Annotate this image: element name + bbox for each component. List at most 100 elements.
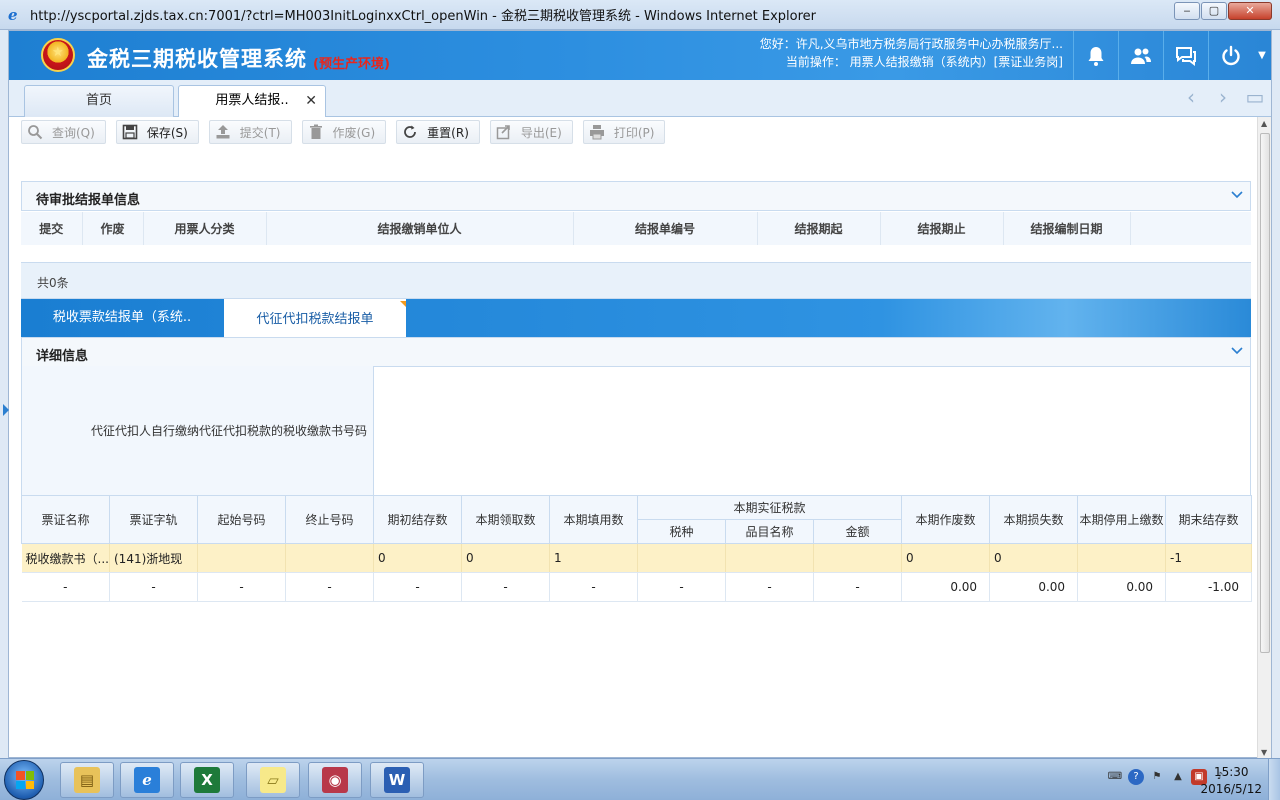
column-header[interactable]: 起始号码 (197, 495, 286, 544)
users-icon[interactable] (1118, 31, 1163, 80)
column-header[interactable]: 提交 (21, 212, 83, 245)
column-header[interactable]: 结报缴销单位人 (266, 212, 574, 245)
word-icon[interactable]: W (370, 762, 424, 798)
main-content: 查询(Q) 保存(S) 提交(T) 作废(G) 重置(R) 导出(E) 打印(P… (9, 117, 1271, 757)
column-header[interactable]: 用票人分类 (143, 212, 267, 245)
export-button[interactable]: 导出(E) (489, 120, 573, 144)
scroll-thumb[interactable] (1260, 133, 1270, 653)
column-header[interactable]: 结报编制日期 (1003, 212, 1131, 245)
column-header[interactable]: 本期损失数 (989, 495, 1079, 544)
table-cell[interactable]: 税收缴款书（... (21, 543, 110, 573)
table-cell[interactable]: 1 (549, 543, 638, 573)
scroll-down-icon[interactable]: ▼ (1261, 748, 1267, 757)
browser-title: http://yscportal.zjds.tax.cn:7001/?ctrl=… (30, 9, 816, 24)
table-cell[interactable]: 0 (901, 543, 991, 573)
header-icons: ▼ (1073, 31, 1271, 80)
table-cell[interactable]: -1 (1165, 543, 1253, 573)
ie-icon[interactable]: e (120, 762, 174, 798)
query-button[interactable]: 查询(Q) (21, 120, 106, 144)
table-cell[interactable] (1077, 543, 1167, 573)
table-cell[interactable]: 0 (373, 543, 462, 573)
table-cell[interactable]: (141)浙地现 (109, 543, 198, 573)
chevron-down-icon[interactable] (1230, 188, 1244, 202)
tab-withholding-settlement[interactable]: 代征代扣税款结报单 (224, 299, 406, 337)
show-desktop-button[interactable] (1268, 759, 1280, 800)
collapse-sidebar-icon[interactable] (3, 404, 9, 416)
submit-button[interactable]: 提交(T) (208, 120, 292, 144)
tab-home[interactable]: 首页 (24, 85, 174, 117)
sticky-notes-icon[interactable]: ▱ (246, 762, 300, 798)
detail-panel-header: 详细信息 (21, 337, 1251, 367)
database-icon[interactable]: ◉ (308, 762, 362, 798)
vertical-scrollbar[interactable]: ▲ ▼ (1257, 117, 1271, 759)
table-row[interactable]: 税收缴款书（... (141)浙地现 0 0 1 0 0 -1 (21, 543, 1253, 573)
close-window-button[interactable]: ✕ (1228, 2, 1272, 20)
pending-table: 提交 作废 用票人分类 结报缴销单位人 结报单编号 结报期起 结报期止 结报编制… (21, 212, 1251, 245)
table-cell[interactable]: 0 (461, 543, 550, 573)
summary-cell: - (285, 572, 374, 602)
chevron-up-icon[interactable]: ▲ (1170, 769, 1186, 785)
user-info: 您好：许凡,义乌市地方税务局行政服务中心办税服务厅... 当前操作： 用票人结报… (760, 35, 1063, 71)
bell-icon[interactable] (1073, 31, 1118, 80)
flag-icon[interactable]: ⚑ (1149, 769, 1165, 785)
detail-form: 代征代扣人自行缴纳代征代扣税款的税收缴款书号码 (21, 366, 1251, 496)
tab-window-icon[interactable]: ▭ (1239, 84, 1271, 112)
save-button[interactable]: 保存(S) (115, 120, 199, 144)
column-header[interactable]: 期末结存数 (1165, 495, 1253, 544)
column-header[interactable]: 本期作废数 (901, 495, 991, 544)
keyboard-icon[interactable]: ⌨ (1107, 769, 1123, 785)
print-label: 打印(P) (613, 125, 655, 140)
maximize-button[interactable]: ▢ (1201, 2, 1227, 20)
record-count: 共0条 (37, 276, 69, 290)
column-header[interactable]: 结报期止 (880, 212, 1004, 245)
column-header[interactable]: 期初结存数 (373, 495, 462, 544)
table-cell[interactable] (813, 543, 903, 573)
submit-icon (214, 123, 232, 141)
column-header[interactable]: 本期领取数 (461, 495, 550, 544)
reset-button[interactable]: 重置(R) (396, 120, 480, 144)
column-header[interactable]: 本期停用上缴数 (1077, 495, 1167, 544)
column-header[interactable]: 终止号码 (285, 495, 374, 544)
detail-panel-title: 详细信息 (36, 349, 89, 364)
column-header[interactable]: 结报单编号 (573, 212, 758, 245)
column-header[interactable]: 本期填用数 (549, 495, 638, 544)
system-clock[interactable]: 15:30 2016/5/12 (1200, 764, 1262, 798)
column-header[interactable]: 结报期起 (757, 212, 881, 245)
tab-user-settlement[interactable]: 用票人结报.. ✕ (178, 85, 326, 118)
ie-logo-icon: e (8, 5, 18, 24)
folder-icon[interactable]: ▤ (60, 762, 114, 798)
chat-icon[interactable] (1163, 31, 1208, 80)
table-cell[interactable] (197, 543, 286, 573)
table-cell[interactable]: 0 (989, 543, 1079, 573)
summary-cell: -1.00 (1165, 572, 1253, 602)
table-cell[interactable] (725, 543, 814, 573)
tab-prev-icon[interactable]: ‹ (1175, 84, 1207, 112)
chevron-down-icon[interactable] (1230, 344, 1244, 358)
column-header[interactable]: 票证名称 (21, 495, 110, 544)
start-button[interactable] (4, 760, 44, 800)
void-button[interactable]: 作废(G) (301, 120, 387, 144)
chevron-down-icon[interactable]: ▼ (1253, 31, 1271, 80)
column-header[interactable]: 金额 (812, 519, 903, 544)
tab-tax-receipt-settlement[interactable]: 税收票款结报单（系统.. (21, 299, 223, 337)
excel-icon[interactable]: X (180, 762, 234, 798)
summary-cell: 0.00 (901, 572, 991, 602)
export-label: 导出(E) (520, 125, 562, 140)
column-header[interactable]: 税种 (637, 519, 726, 544)
close-tab-icon[interactable]: ✕ (305, 86, 317, 116)
browser-titlebar: e http://yscportal.zjds.tax.cn:7001/?ctr… (0, 0, 1280, 30)
print-button[interactable]: 打印(P) (582, 120, 666, 144)
help-icon[interactable]: ? (1128, 769, 1144, 785)
column-header[interactable]: 作废 (82, 212, 144, 245)
tab-next-icon[interactable]: › (1207, 84, 1239, 112)
payment-voucher-field[interactable] (375, 366, 1250, 495)
table-cell[interactable] (637, 543, 726, 573)
scroll-up-icon[interactable]: ▲ (1261, 119, 1267, 128)
power-icon[interactable] (1208, 31, 1253, 80)
summary-cell: - (373, 572, 462, 602)
minimize-button[interactable]: ‒ (1174, 2, 1200, 20)
table-cell[interactable] (285, 543, 374, 573)
column-header[interactable]: 品目名称 (725, 519, 814, 544)
tab-label: 用票人结报.. (215, 93, 289, 108)
column-header[interactable]: 票证字轨 (109, 495, 198, 544)
